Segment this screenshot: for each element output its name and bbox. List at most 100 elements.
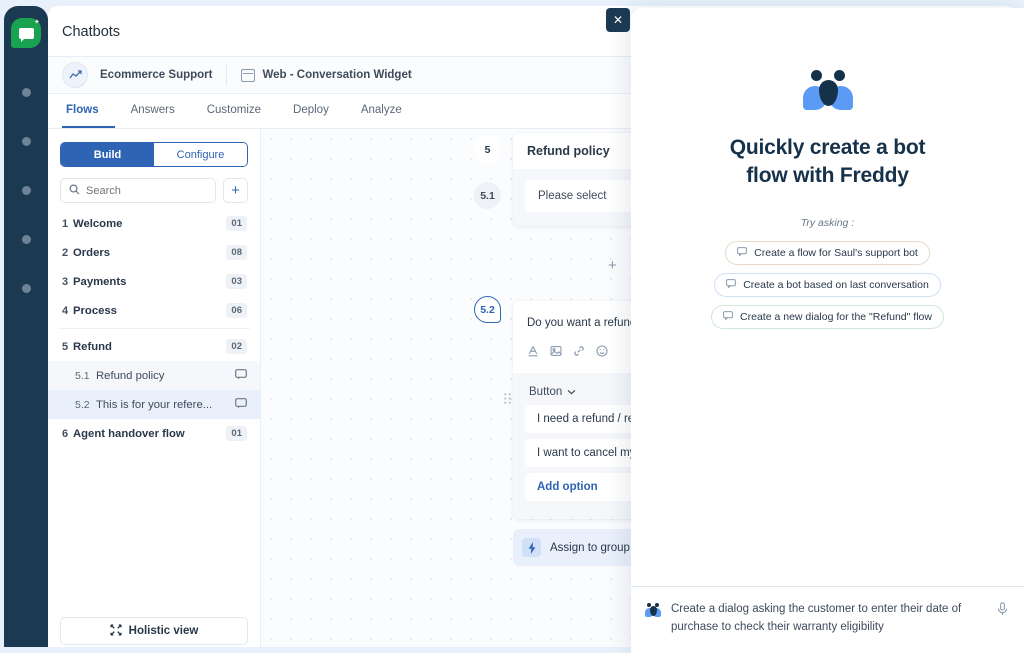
breadcrumb-bot-name[interactable]: Ecommerce Support	[100, 64, 227, 86]
logo-center	[819, 80, 838, 106]
chevron-down-icon	[567, 386, 576, 398]
flow-index: 6	[62, 428, 73, 440]
logo-dot-right	[834, 70, 845, 81]
response-type-label: Button	[529, 386, 562, 398]
breadcrumb-widget[interactable]: Web - Conversation Widget	[241, 69, 411, 82]
dialog-index: 5.1	[75, 370, 96, 382]
flow-list: 1 Welcome 01 2 Orders 08 3 Payments 03	[48, 209, 260, 607]
flow-count: 08	[226, 245, 247, 260]
chat-glyph	[19, 28, 34, 39]
sparkle-glyph: ✦	[34, 20, 39, 25]
freddy-ai-avatar-icon	[645, 603, 661, 618]
assign-to-group-node[interactable]: Assign to group	[513, 529, 644, 566]
trend-line-icon	[62, 62, 88, 88]
expand-arrows-icon	[110, 624, 122, 639]
nav-dot-4[interactable]	[22, 235, 31, 244]
image-icon[interactable]	[550, 345, 562, 360]
flow-index: 2	[62, 247, 73, 259]
flow-label: Welcome	[73, 218, 226, 230]
chat-bubble-icon	[726, 279, 736, 290]
flow-item-process[interactable]: 4 Process 06	[48, 296, 260, 325]
search-input[interactable]	[86, 185, 207, 197]
suggestion-text: Create a bot based on last conversation	[743, 279, 929, 291]
nav-dot-1[interactable]	[22, 88, 31, 97]
flow-index: 1	[62, 218, 73, 230]
toggle-build[interactable]: Build	[61, 143, 154, 166]
dialog-index: 5.2	[75, 399, 96, 411]
assign-label: Assign to group	[550, 542, 630, 554]
add-flow-button[interactable]: +	[223, 178, 248, 203]
toggle-configure[interactable]: Configure	[154, 143, 247, 166]
flow-item-reference-dialog[interactable]: 5.2 This is for your refere...	[48, 390, 260, 419]
flow-label: Orders	[73, 247, 226, 259]
flow-label: Payments	[73, 276, 226, 288]
freddy-prompt-input[interactable]: Create a dialog asking the customer to e…	[631, 586, 1024, 653]
flow-item-payments[interactable]: 3 Payments 03	[48, 267, 260, 296]
holistic-view-label: Holistic view	[129, 625, 199, 637]
freddy-heading-line-2: flow with Freddy	[730, 162, 926, 190]
add-step-button[interactable]: +	[608, 257, 617, 274]
suggestion-text: Create a flow for Saul's support bot	[754, 247, 918, 259]
flow-count: 01	[226, 426, 247, 441]
flow-item-welcome[interactable]: 1 Welcome 01	[48, 209, 260, 238]
flow-label: Refund	[73, 341, 226, 353]
close-icon[interactable]: ✕	[606, 8, 630, 32]
search-box[interactable]	[60, 178, 216, 203]
flow-index: 4	[62, 305, 73, 317]
nav-dot-3[interactable]	[22, 186, 31, 195]
flow-count: 01	[226, 216, 247, 231]
link-icon[interactable]	[573, 345, 585, 360]
freddy-ai-panel: Quickly create a bot flow with Freddy Tr…	[631, 8, 1024, 653]
microphone-icon[interactable]	[997, 602, 1008, 619]
flow-item-agent-handover[interactable]: 6 Agent handover flow 01	[48, 419, 260, 448]
global-nav-rail: ✦	[4, 6, 48, 647]
freshchat-logo-icon[interactable]: ✦	[11, 18, 41, 48]
chat-bubble-icon	[723, 311, 733, 322]
tab-customize[interactable]: Customize	[191, 94, 277, 128]
tab-analyze[interactable]: Analyze	[345, 94, 418, 128]
flow-index: 5	[62, 341, 73, 353]
logo-dot-left	[811, 70, 822, 81]
chat-bubble-icon	[235, 369, 247, 383]
suggestion-chip-2[interactable]: Create a bot based on last conversation	[714, 273, 941, 297]
text-format-icon[interactable]	[527, 345, 539, 360]
freddy-ai-logo-icon	[801, 70, 855, 116]
prompt-text[interactable]: Create a dialog asking the customer to e…	[671, 601, 987, 637]
flow-list-panel: Build Configure + 1 Welcome	[48, 129, 261, 647]
chat-bubble-icon	[737, 247, 747, 258]
build-configure-toggle: Build Configure	[60, 142, 248, 167]
drag-handle-icon[interactable]	[504, 393, 511, 404]
suggestion-chip-1[interactable]: Create a flow for Saul's support bot	[725, 241, 930, 265]
suggestion-list: Create a flow for Saul's support bot Cre…	[711, 241, 944, 329]
node-badge-5[interactable]: 5	[474, 136, 501, 163]
nav-dot-5[interactable]	[22, 284, 31, 293]
tab-flows[interactable]: Flows	[62, 94, 115, 128]
search-icon	[69, 182, 80, 200]
search-row: +	[60, 178, 248, 203]
emoji-icon[interactable]	[596, 345, 608, 360]
try-asking-label: Try asking :	[801, 217, 854, 229]
node-badge-5-1[interactable]: 5.1	[474, 182, 501, 209]
dialog-label: This is for your refere...	[96, 399, 235, 411]
flow-count: 02	[226, 339, 247, 354]
suggestion-text: Create a new dialog for the "Refund" flo…	[740, 311, 932, 323]
node-badge-5-2[interactable]: 5.2	[474, 296, 501, 323]
holistic-view-wrap: Holistic view	[48, 607, 260, 647]
dialog-label: Refund policy	[96, 370, 235, 382]
tab-deploy[interactable]: Deploy	[277, 94, 345, 128]
nav-dot-2[interactable]	[22, 137, 31, 146]
divider	[58, 328, 250, 329]
lightning-bolt-icon	[522, 538, 541, 557]
flow-index: 3	[62, 276, 73, 288]
holistic-view-button[interactable]: Holistic view	[60, 617, 248, 645]
chat-bubble-icon	[235, 398, 247, 412]
flow-item-refund[interactable]: 5 Refund 02	[48, 332, 260, 361]
flow-label: Agent handover flow	[73, 428, 226, 440]
flow-count: 03	[226, 274, 247, 289]
flow-item-orders[interactable]: 2 Orders 08	[48, 238, 260, 267]
suggestion-chip-3[interactable]: Create a new dialog for the "Refund" flo…	[711, 305, 944, 329]
freddy-content: Quickly create a bot flow with Freddy Tr…	[631, 8, 1024, 586]
flow-item-refund-policy[interactable]: 5.1 Refund policy	[48, 361, 260, 390]
tab-answers[interactable]: Answers	[115, 94, 191, 128]
browser-window-icon	[241, 69, 255, 82]
